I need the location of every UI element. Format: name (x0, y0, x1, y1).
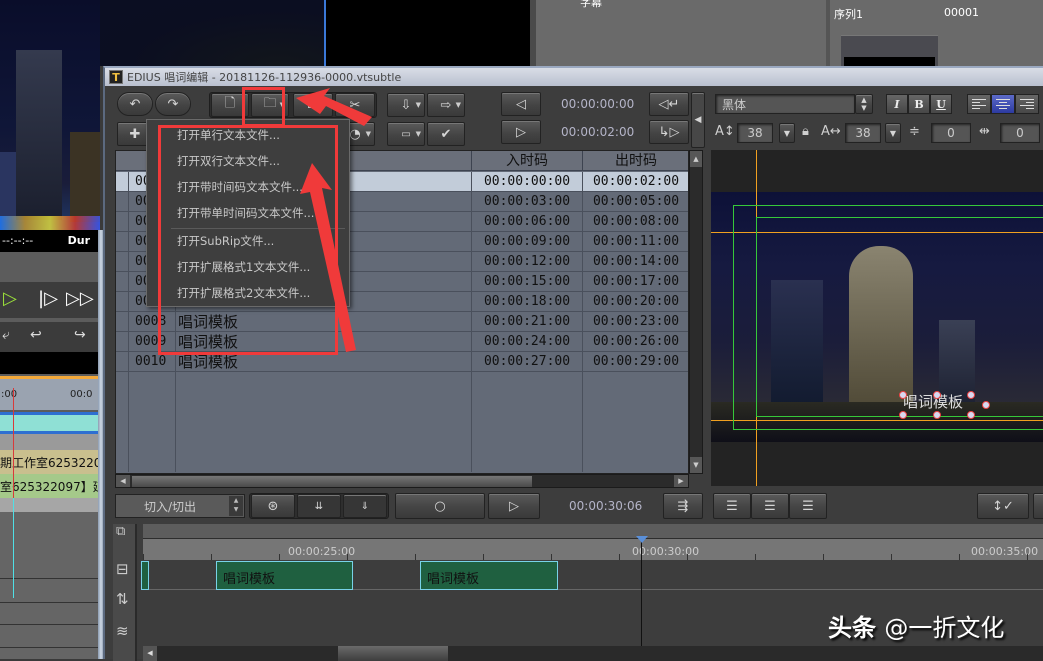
annotation-arrows (296, 88, 372, 352)
annotation-arrow-icon (300, 163, 356, 352)
watermark: 头条 @一折文化 (828, 608, 1004, 643)
watermark-brand: 头条 (828, 614, 876, 642)
annotation-arrow-icon (296, 88, 372, 126)
watermark-handle: @一折文化 (884, 614, 1005, 642)
